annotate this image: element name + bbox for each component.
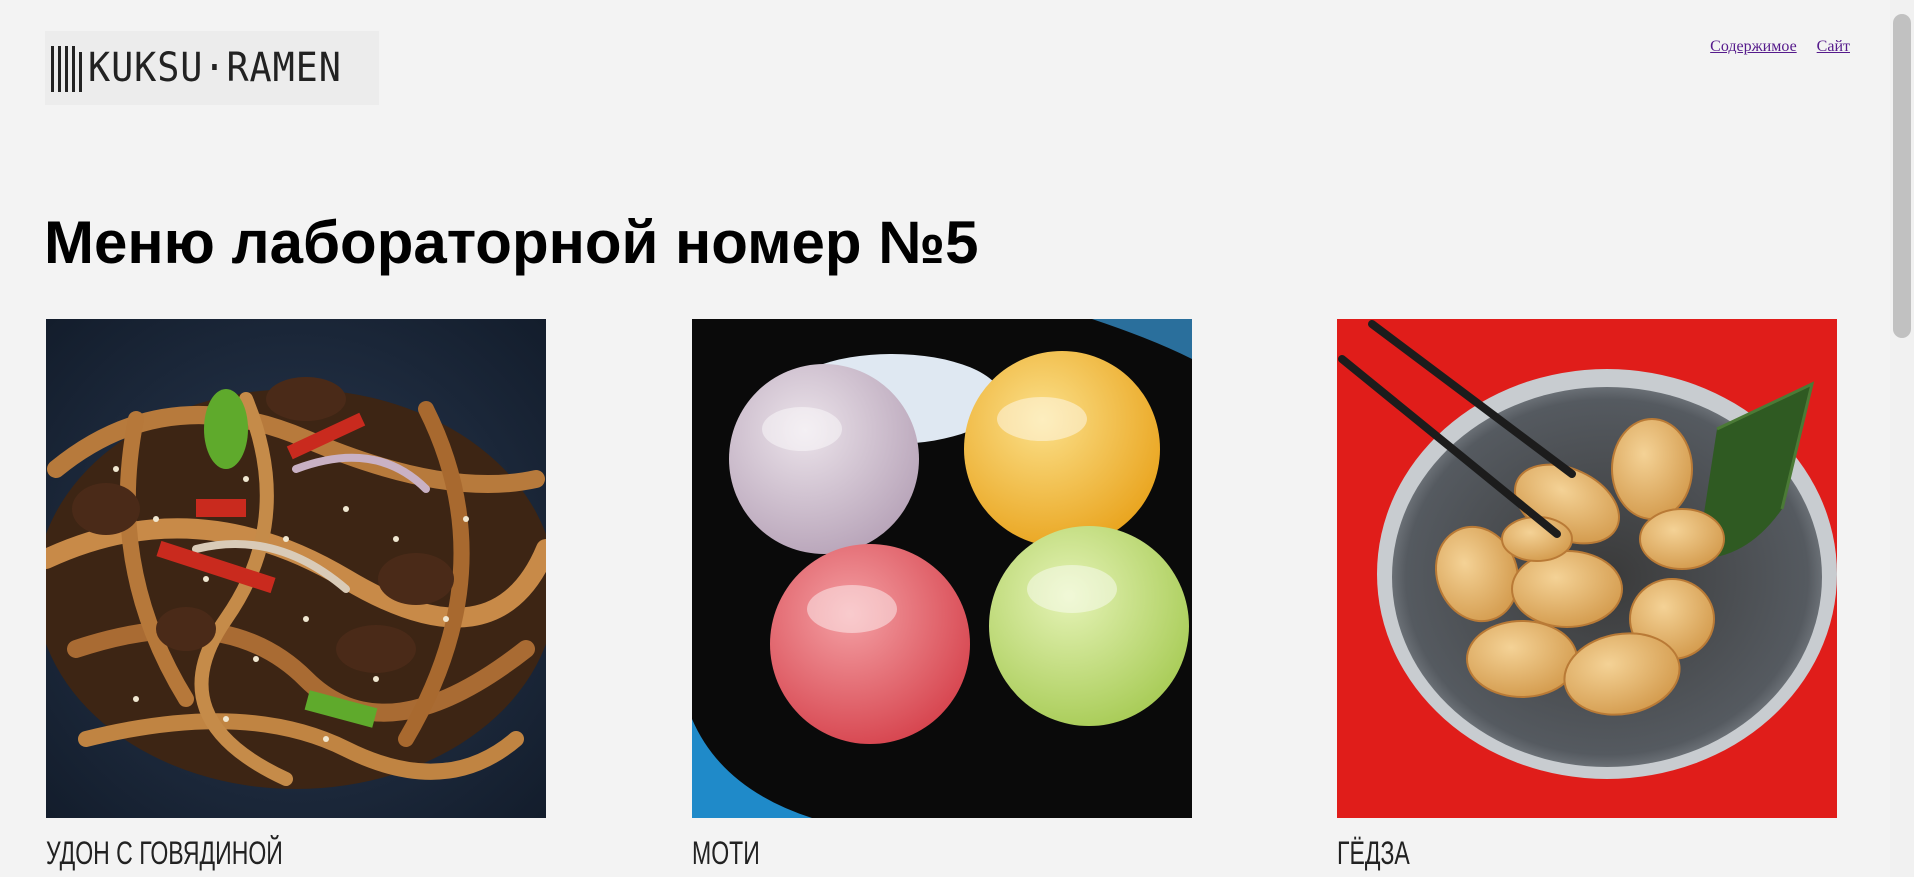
logo-text: KUKSU·RAMEN (88, 45, 342, 91)
menu-item-udon[interactable]: УДОН С ГОВЯДИНОЙ (46, 319, 546, 871)
menu-item-name: МОТИ (692, 835, 760, 871)
mochi-photo (692, 319, 1192, 818)
menu-item-gyoza[interactable]: ГЁДЗА (1337, 319, 1837, 871)
noodle-bars-icon (51, 44, 82, 92)
nav-link-site[interactable]: Сайт (1817, 38, 1850, 56)
top-nav: Содержимое Сайт (1710, 38, 1850, 56)
site-logo[interactable]: KUKSU·RAMEN (45, 31, 379, 105)
menu-item-name: ГЁДЗА (1337, 835, 1410, 871)
menu-item-name: УДОН С ГОВЯДИНОЙ (46, 835, 283, 871)
page-scrollbar[interactable] (1890, 0, 1914, 877)
scrollbar-thumb[interactable] (1893, 14, 1911, 338)
nav-link-contents[interactable]: Содержимое (1710, 38, 1797, 56)
udon-photo (46, 319, 546, 818)
gyoza-photo (1337, 319, 1837, 818)
page-title: Меню лабораторной номер №5 (44, 209, 979, 276)
menu-item-mochi[interactable]: МОТИ (692, 319, 1192, 871)
